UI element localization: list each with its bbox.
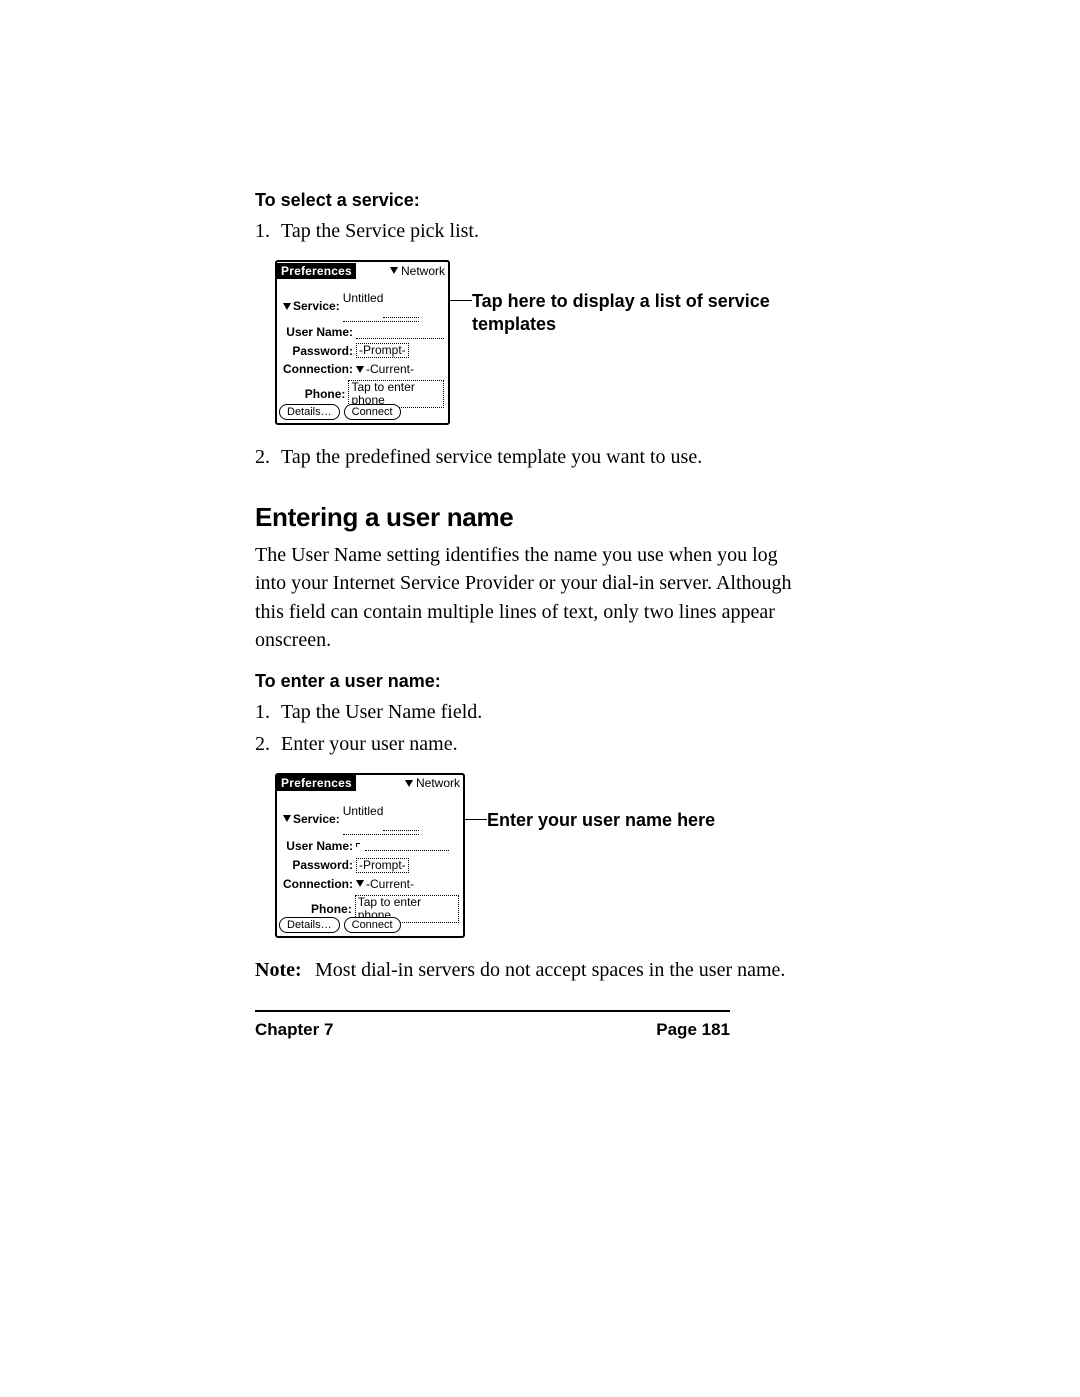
phone-label: Phone: [281,387,348,401]
footer-chapter: Chapter 7 [255,1020,333,1040]
category-picklist[interactable]: Network [405,776,460,790]
step-number: 2. [255,730,281,759]
details-button[interactable]: Details… [279,404,340,420]
callout-service-templates: Tap here to display a list of service te… [472,260,810,335]
connection-value: -Current- [366,877,414,891]
palm-panel: Preferences Network Service: Untitled [275,773,465,938]
to-select-service-heading: To select a service: [255,190,810,211]
callout-enter-username: Enter your user name here [487,773,715,832]
step-text: Tap the User Name field. [281,698,482,727]
chevron-down-icon [390,267,398,274]
step-number: 1. [255,698,281,727]
category-picklist[interactable]: Network [390,264,445,278]
palm-panel: Preferences Network Service: Untitled [275,260,450,425]
service-label: Service: [293,812,340,826]
step-2: 2. Tap the predefined service template y… [255,443,810,472]
category-label: Network [416,776,460,790]
details-button[interactable]: Details… [279,917,340,933]
figure-enter-username: Preferences Network Service: Untitled [275,773,810,938]
connect-button[interactable]: Connect [344,404,401,420]
note-text: Most dial-in servers do not accept space… [315,956,785,984]
chevron-down-icon [356,880,364,887]
step-number: 1. [255,217,281,246]
username-input[interactable] [356,838,449,854]
to-enter-username-heading: To enter a user name: [255,671,810,692]
connect-button[interactable]: Connect [344,917,401,933]
note-label: Note: [255,956,315,984]
username-label: User Name: [281,325,356,339]
text-cursor-icon [356,843,360,853]
panel-title: Preferences [277,775,356,791]
footer-rule [255,1010,730,1012]
username-label: User Name: [281,839,356,853]
password-label: Password: [281,858,356,872]
connection-label: Connection: [281,362,356,376]
service-row[interactable]: Service: Untitled [281,291,444,321]
connection-value: -Current- [366,362,414,376]
chevron-down-icon [283,303,291,310]
connection-row[interactable]: Connection: -Current- [281,362,444,376]
password-label: Password: [281,344,356,358]
password-row[interactable]: Password: -Prompt- [281,858,459,873]
step-text: Enter your user name. [281,730,458,759]
service-value: Untitled [343,804,384,818]
step-2b: 2. Enter your user name. [255,730,810,759]
step-text: Tap the predefined service template you … [281,443,702,472]
connection-row[interactable]: Connection: -Current- [281,877,459,891]
password-value[interactable]: -Prompt- [356,343,409,358]
chevron-down-icon [356,366,364,373]
password-row[interactable]: Password: -Prompt- [281,343,444,358]
panel-title: Preferences [277,263,356,279]
service-row[interactable]: Service: Untitled [281,804,459,834]
callout-leader-line [450,300,472,301]
step-number: 2. [255,443,281,472]
service-label: Service: [293,299,340,313]
connection-label: Connection: [281,877,356,891]
chevron-down-icon [283,815,291,822]
service-value: Untitled [343,291,384,305]
footer-page: Page 181 [656,1020,730,1040]
step-text: Tap the Service pick list. [281,217,479,246]
callout-leader-line [465,819,487,820]
step-1: 1. Tap the Service pick list. [255,217,810,246]
chevron-down-icon [405,780,413,787]
username-paragraph: The User Name setting identifies the nam… [255,541,810,655]
category-label: Network [401,264,445,278]
step-1b: 1. Tap the User Name field. [255,698,810,727]
username-row[interactable]: User Name: [281,838,459,854]
figure-service-picklist: Preferences Network Service: Untitled [275,260,810,425]
note: Note: Most dial-in servers do not accept… [255,956,810,984]
phone-label: Phone: [281,902,355,916]
entering-username-heading: Entering a user name [255,502,810,533]
username-input[interactable] [356,326,444,339]
username-row[interactable]: User Name: [281,325,444,339]
password-value[interactable]: -Prompt- [356,858,409,873]
